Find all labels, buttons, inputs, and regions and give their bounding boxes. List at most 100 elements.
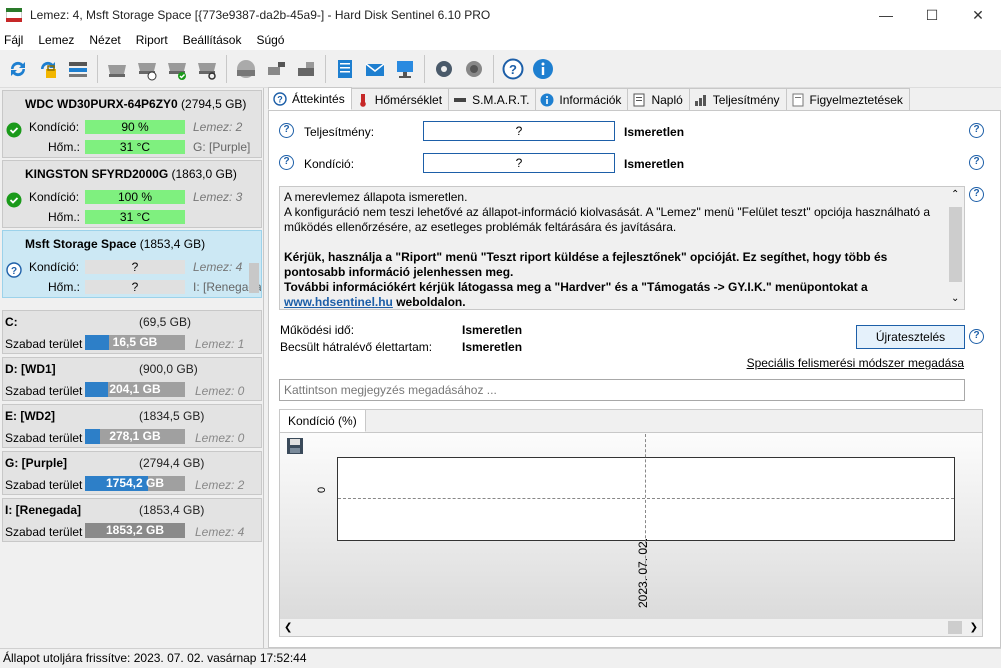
free-space-label: Szabad terület bbox=[5, 478, 83, 492]
condition-label: Kondíció: bbox=[29, 260, 80, 274]
help-icon[interactable]: ? bbox=[969, 187, 984, 202]
tab-alerts[interactable]: Figyelmeztetések bbox=[785, 88, 910, 110]
disk-item[interactable]: KINGSTON SFYRD2000G (1863,0 GB) Kondíció… bbox=[2, 160, 262, 228]
volume-item[interactable]: D: [WD1] (900,0 GB) Szabad terület 204,1… bbox=[2, 357, 262, 401]
chart-value-line bbox=[338, 498, 954, 499]
help-icon[interactable]: ? bbox=[969, 329, 984, 344]
close-button[interactable]: ✕ bbox=[955, 0, 1001, 30]
disk-list-scrollbar[interactable] bbox=[249, 263, 259, 293]
performance-value: Ismeretlen bbox=[624, 125, 685, 139]
disk-item-selected[interactable]: Msft Storage Space (1853,4 GB) ? Kondíci… bbox=[2, 230, 262, 298]
menu-file[interactable]: Fájl bbox=[0, 33, 30, 47]
chart-panel: Kondíció (%) 0 2023. 07. 02. ❮ ❯ bbox=[279, 409, 983, 637]
comment-input[interactable]: Kattintson megjegyzés megadásához ... bbox=[279, 379, 965, 401]
disk-number: Lemez: 2 bbox=[193, 120, 243, 134]
remaining-life-label: Becsült hátralévő élettartam: bbox=[280, 340, 433, 354]
minimize-button[interactable]: — bbox=[863, 0, 909, 30]
chart-plot bbox=[337, 434, 955, 594]
help-icon[interactable]: ? bbox=[279, 123, 294, 138]
disk-export-icon[interactable] bbox=[293, 56, 319, 82]
settings-icon[interactable] bbox=[431, 56, 457, 82]
temperature-label: Hőm.: bbox=[48, 140, 81, 154]
menu-bar: Fájl Lemez Nézet Riport Beállítások Súgó bbox=[0, 30, 1001, 50]
disk-hdd-icon[interactable] bbox=[104, 56, 130, 82]
sound-icon[interactable] bbox=[461, 56, 487, 82]
condition-label: Kondíció: bbox=[29, 120, 80, 134]
disk-list-icon[interactable] bbox=[65, 56, 91, 82]
website-link[interactable]: www.hdsentinel.hu bbox=[284, 295, 393, 309]
volume-disk: Lemez: 0 bbox=[195, 384, 245, 398]
special-detection-link[interactable]: Speciális felismerési módszer megadása bbox=[747, 356, 964, 370]
info-icon bbox=[540, 93, 554, 107]
chart-scrollbar[interactable]: ❮ ❯ bbox=[280, 619, 982, 636]
free-space-label: Szabad terület bbox=[5, 337, 83, 351]
condition-bar: 100 % bbox=[85, 190, 185, 204]
disk-schedule-icon[interactable] bbox=[134, 56, 160, 82]
menu-disk[interactable]: Lemez bbox=[34, 33, 81, 47]
message-line-link: www.hdsentinel.hu weboldalon. bbox=[284, 295, 466, 309]
temperature-bar: ? bbox=[85, 280, 185, 294]
drive-letter: G: [Purple] bbox=[193, 140, 251, 154]
refresh-lock-icon[interactable] bbox=[35, 56, 61, 82]
disk-item[interactable]: WDC WD30PURX-64P6ZY0 (2794,5 GB) Kondíci… bbox=[2, 90, 262, 158]
menu-report[interactable]: Riport bbox=[132, 33, 175, 47]
tab-information[interactable]: Információk bbox=[535, 88, 629, 110]
tab-temperature[interactable]: Hőmérséklet bbox=[350, 88, 450, 110]
tab-performance[interactable]: Teljesítmény bbox=[688, 88, 787, 110]
volume-name: D: [WD1] bbox=[5, 362, 56, 376]
volume-disk: Lemez: 0 bbox=[195, 431, 245, 445]
toolbar-separator bbox=[424, 54, 425, 83]
thermometer-icon bbox=[356, 93, 370, 107]
help-icon[interactable]: ? bbox=[279, 155, 294, 170]
help-icon[interactable]: ? bbox=[969, 155, 984, 170]
mail-icon[interactable] bbox=[362, 56, 388, 82]
tab-overview[interactable]: ? Áttekintés bbox=[268, 87, 352, 110]
free-space-bar: 1853,2 GB bbox=[85, 523, 185, 538]
temperature-label: Hőm.: bbox=[48, 210, 81, 224]
tab-log[interactable]: Napló bbox=[627, 88, 690, 110]
status-message-box: A merevlemez állapota ismeretlen. A konf… bbox=[279, 186, 965, 310]
y-tick-label: 0 bbox=[316, 486, 328, 493]
temperature-bar: 31 °C bbox=[85, 210, 185, 224]
temperature-bar: 31 °C bbox=[85, 140, 185, 154]
volume-item[interactable]: E: [WD2] (1834,5 GB) Szabad terület 278,… bbox=[2, 404, 262, 448]
disk-search-icon[interactable] bbox=[194, 56, 220, 82]
info-icon[interactable] bbox=[530, 56, 556, 82]
disk-number: Lemez: 3 bbox=[193, 190, 243, 204]
title-bar: Lemez: 4, Msft Storage Space [{773e9387-… bbox=[0, 0, 1001, 30]
message-scrollbar[interactable]: ⌃ ⌄ bbox=[947, 187, 964, 309]
volume-size: (900,0 GB) bbox=[139, 362, 198, 376]
message-line: További információkért kérjük látogassa … bbox=[284, 280, 868, 294]
disk-network-icon[interactable] bbox=[263, 56, 289, 82]
volume-item[interactable]: I: [Renegada] (1853,4 GB) Szabad terület… bbox=[2, 498, 262, 542]
help-circle-icon: ? bbox=[273, 91, 287, 106]
toolbar-separator bbox=[97, 54, 98, 83]
retest-button[interactable]: Újratesztelés bbox=[856, 325, 965, 349]
tab-smart[interactable]: S.M.A.R.T. bbox=[448, 88, 537, 110]
free-space-bar: 278,1 GB bbox=[85, 429, 185, 444]
volume-size: (2794,4 GB) bbox=[139, 456, 205, 470]
refresh-icon[interactable] bbox=[5, 56, 31, 82]
condition-bar: 90 % bbox=[85, 120, 185, 134]
report-icon[interactable] bbox=[332, 56, 358, 82]
help-icon[interactable]: ? bbox=[969, 123, 984, 138]
menu-help[interactable]: Súgó bbox=[252, 33, 291, 47]
disk-gray-icon[interactable] bbox=[233, 56, 259, 82]
volume-item[interactable]: C: (69,5 GB) Szabad terület 16,5 GB Leme… bbox=[2, 310, 262, 354]
message-line: A konfiguráció nem teszi lehetővé az áll… bbox=[284, 205, 931, 234]
volume-disk: Lemez: 1 bbox=[195, 337, 245, 351]
volume-name: I: [Renegada] bbox=[5, 503, 82, 517]
network-share-icon[interactable] bbox=[392, 56, 418, 82]
chart-tab-condition[interactable]: Kondíció (%) bbox=[280, 410, 366, 432]
save-icon[interactable] bbox=[286, 437, 304, 455]
condition-value: Ismeretlen bbox=[624, 157, 685, 171]
volume-item[interactable]: G: [Purple] (2794,4 GB) Szabad terület 1… bbox=[2, 451, 262, 495]
menu-view[interactable]: Nézet bbox=[85, 33, 127, 47]
maximize-button[interactable]: ☐ bbox=[909, 0, 955, 30]
help-icon[interactable]: ? bbox=[500, 56, 526, 82]
toolbar-separator bbox=[226, 54, 227, 83]
disk-check-icon[interactable] bbox=[164, 56, 190, 82]
volume-name: C: bbox=[5, 315, 18, 329]
menu-settings[interactable]: Beállítások bbox=[179, 33, 249, 47]
disk-title: Msft Storage Space (1853,4 GB) bbox=[25, 237, 206, 251]
